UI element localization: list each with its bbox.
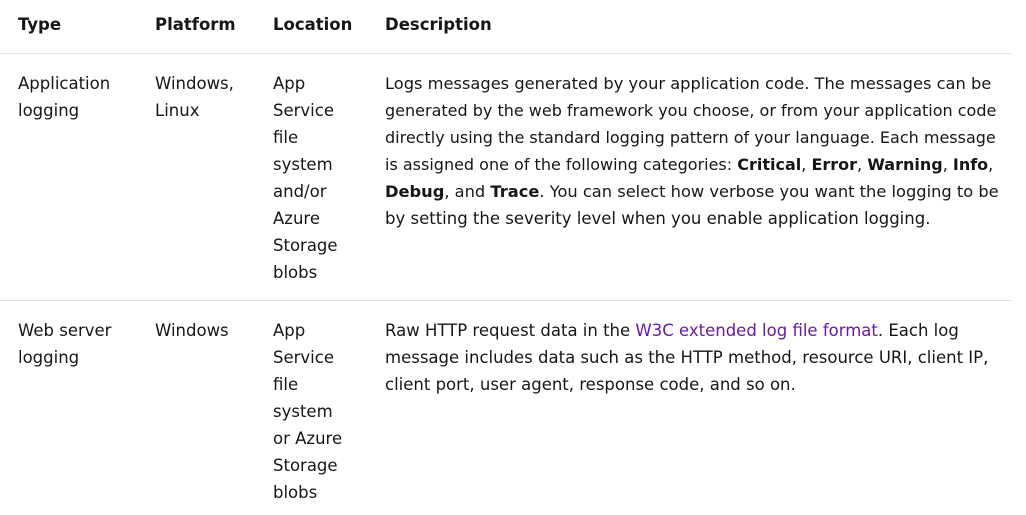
location-text: Service (273, 101, 334, 120)
description-text: Raw HTTP request data in the W3C extende… (385, 317, 1000, 344)
header-location: Location (273, 15, 353, 34)
description-text: Debug, and Trace. You can select how ver… (385, 178, 1000, 205)
description-cell: Logs messages generated by your applicat… (385, 70, 1000, 232)
location-text: Service (273, 348, 334, 367)
w3c-log-format-link[interactable]: W3C extended log file format (635, 321, 877, 340)
type-text: logging (18, 348, 80, 367)
location-text: blobs (273, 483, 318, 502)
description-text: message includes data such as the HTTP m… (385, 348, 989, 367)
description-fragment: , (988, 155, 994, 174)
category-critical: Critical (737, 155, 802, 174)
header-type: Type (18, 15, 62, 34)
category-error: Error (811, 155, 858, 174)
platform-text: Windows, (155, 74, 234, 93)
header-platform: Platform (155, 15, 236, 34)
description-fragment: . Each log (877, 321, 959, 340)
type-text: Web server (18, 321, 112, 340)
description-fragment: , and (444, 182, 491, 201)
description-fragment: . You can select how verbose you want th… (539, 182, 999, 201)
location-cell: App Service file system and/or Azure Sto… (273, 70, 361, 286)
category-warning: Warning (867, 155, 943, 174)
location-text: and/or (273, 182, 327, 201)
location-text: system (273, 155, 333, 174)
description-text: client port, user agent, response code, … (385, 375, 796, 394)
category-info: Info (952, 155, 989, 174)
description-fragment: Raw HTTP request data in the (385, 321, 636, 340)
description-cell: Raw HTTP request data in the W3C extende… (385, 317, 1000, 398)
category-debug: Debug (385, 182, 445, 201)
location-text: file (273, 375, 299, 394)
description-fragment: is assigned one of the following categor… (385, 155, 738, 174)
platform-text: Linux (155, 101, 200, 120)
description-text: generated by the web framework you choos… (385, 101, 997, 120)
location-text: file (273, 128, 299, 147)
location-text: Azure (273, 209, 320, 228)
logging-types-table: Type Platform Location Description Appli… (0, 0, 1011, 515)
type-text: Application (18, 74, 111, 93)
description-text: Logs messages generated by your applicat… (385, 74, 992, 93)
location-text: App (273, 74, 306, 93)
location-text: Storage (273, 456, 338, 475)
category-trace: Trace (490, 182, 540, 201)
type-text: logging (18, 101, 80, 120)
type-cell: Application logging (18, 70, 136, 124)
description-text: directly using the standard logging patt… (385, 128, 996, 147)
location-text: system (273, 402, 333, 421)
description-fragment: , (801, 155, 812, 174)
description-fragment: , (857, 155, 868, 174)
platform-cell: Windows, Linux (155, 70, 255, 124)
type-cell: Web server logging (18, 317, 136, 371)
location-text: Storage (273, 236, 338, 255)
header-description: Description (385, 15, 492, 34)
description-fragment: , (942, 155, 953, 174)
table-header-row: Type Platform Location Description (0, 0, 1011, 54)
description-text: is assigned one of the following categor… (385, 151, 1000, 178)
location-text: or Azure (273, 429, 343, 448)
platform-cell: Windows (155, 317, 255, 344)
location-cell: App Service file system or Azure Storage… (273, 317, 361, 506)
table-row: Web server logging Windows App Service f… (0, 301, 1011, 515)
location-text: blobs (273, 263, 318, 282)
description-text: by setting the severity level when you e… (385, 209, 931, 228)
location-text: App (273, 321, 306, 340)
table-row: Application logging Windows, Linux App S… (0, 54, 1011, 301)
platform-text: Windows (155, 321, 229, 340)
